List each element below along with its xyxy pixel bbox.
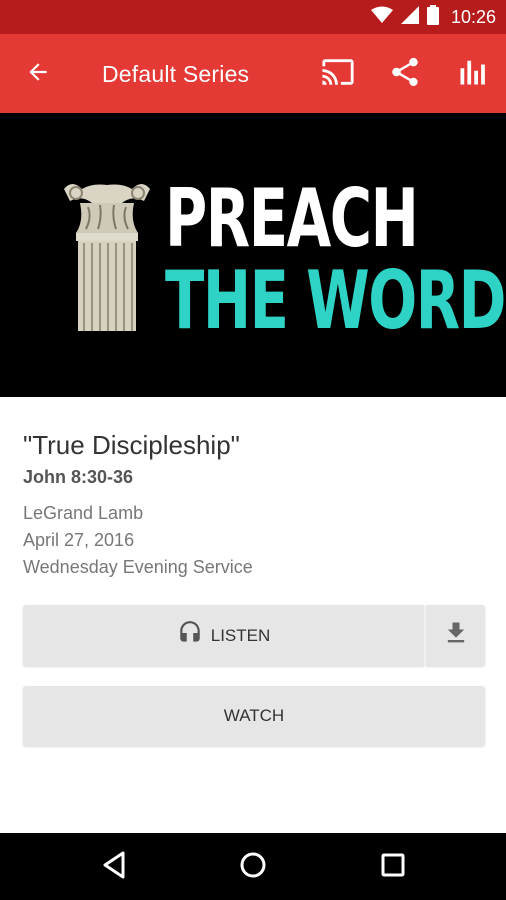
banner-title-line1: PREACH [165,172,419,265]
nav-recents-button[interactable] [373,847,413,887]
speaker-name: LeGrand Lamb [23,503,144,523]
scripture-reference: John 8:30-36 [23,467,134,487]
page-title: Default Series [102,61,250,87]
listen-button[interactable]: LISTEN [23,605,424,666]
sermon-title: "True Discipleship" [23,430,240,460]
back-button[interactable] [20,56,56,92]
signal-icon [400,5,419,29]
status-time: 10:26 [450,6,496,27]
home-circle-icon [239,851,267,884]
system-nav-bar [0,833,506,900]
cast-button[interactable] [318,54,358,94]
listen-row: LISTEN [23,605,485,666]
listen-label: LISTEN [210,625,271,645]
share-icon [388,55,422,94]
headphones-icon [177,620,203,651]
status-icons: 10:26 [370,0,496,34]
sermon-event: Wednesday Evening Service [23,557,253,577]
nav-home-button[interactable] [233,847,273,887]
cast-icon [321,55,355,94]
series-banner: PREACH THE WORD [0,113,506,397]
column-icon [62,181,152,336]
battery-icon [426,4,439,30]
share-button[interactable] [385,54,425,94]
download-icon [442,619,470,652]
watch-button[interactable]: WATCH [23,686,485,746]
recents-square-icon [380,852,406,883]
wifi-icon [370,6,393,29]
back-triangle-icon [101,851,127,884]
download-button[interactable] [426,605,485,666]
sermon-date: April 27, 2016 [23,530,135,550]
arrow-back-icon [25,59,51,90]
nav-back-button[interactable] [94,847,134,887]
bar-chart-icon [458,57,488,92]
stats-button[interactable] [453,54,493,94]
app-bar: Default Series [0,34,506,113]
status-bar: 10:26 [0,0,506,34]
sermon-details: "True Discipleship" John 8:30-36 LeGrand… [23,428,483,581]
banner-title-line2: THE WORD [165,254,506,347]
